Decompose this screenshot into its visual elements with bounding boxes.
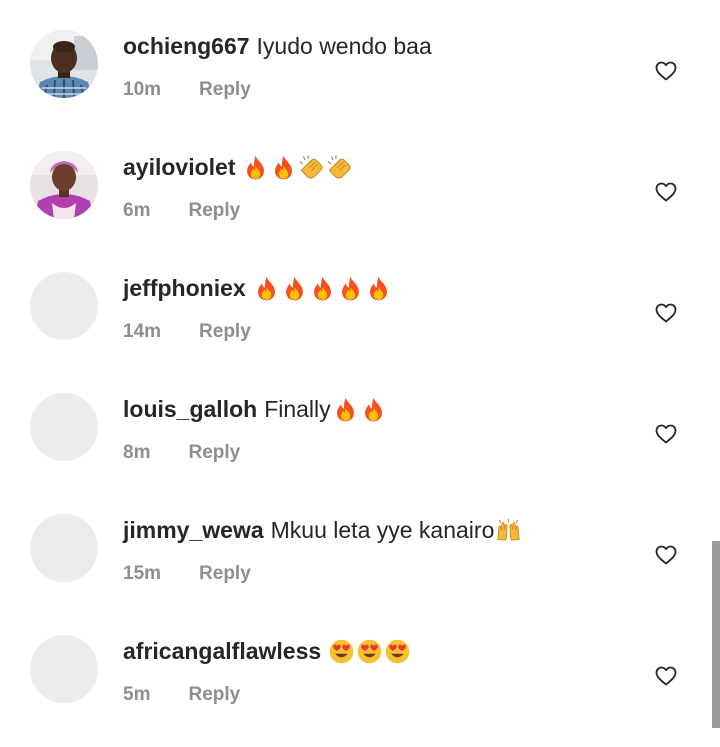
comment-text-line: jimmy_wewa Mkuu leta yye kanairo [123, 514, 522, 546]
comment-text-line: louis_galloh Finally [123, 393, 387, 425]
reply-button[interactable]: Reply [188, 442, 240, 464]
comment-text: Finally [264, 395, 331, 422]
comment-text: Iyudo wendo baa [256, 32, 432, 59]
heart-eyes-emoji-icon [329, 639, 354, 663]
fire-emoji-icon [313, 276, 331, 300]
heart-outline-icon[interactable] [654, 543, 678, 567]
fire-emoji-icon [285, 276, 303, 300]
emoji-run [328, 638, 411, 665]
comment-username[interactable]: jimmy_wewa [123, 517, 264, 544]
comment-item: jimmy_wewa Mkuu leta yye kanairo 15m Rep… [0, 505, 720, 626]
heart-outline-icon[interactable] [654, 180, 678, 204]
comment-username[interactable]: africangalflawless [123, 638, 321, 665]
fire-emoji-icon [364, 397, 382, 421]
avatar[interactable] [30, 393, 98, 461]
comment-username[interactable]: ayiloviolet [123, 154, 235, 181]
fire-emoji-icon [369, 276, 387, 300]
avatar[interactable] [30, 272, 98, 340]
comment-text-line: ayiloviolet [123, 151, 353, 183]
clap-emoji-icon [328, 154, 352, 178]
emoji-run [242, 154, 353, 181]
comment-item: africangalflawless 5m Reply [0, 626, 720, 747]
heart-outline-icon[interactable] [654, 422, 678, 446]
reply-button[interactable]: Reply [188, 684, 240, 706]
comment-text: Mkuu leta yye kanairo [270, 516, 495, 543]
avatar[interactable] [30, 30, 98, 98]
comment-username[interactable]: jeffphoniex [123, 275, 246, 302]
heart-outline-icon[interactable] [654, 59, 678, 83]
comment-text-line: africangalflawless [123, 635, 411, 667]
comment-item: jeffphoniex 14m Reply [0, 263, 720, 384]
clap-emoji-icon [300, 154, 324, 178]
comment-meta: 6m Reply [123, 198, 240, 224]
comment-text-line: jeffphoniex [123, 272, 392, 304]
comment-time: 5m [123, 684, 151, 705]
fire-emoji-icon [257, 276, 275, 300]
comment-time: 10m [123, 79, 162, 100]
comment-text-line: ochieng667 Iyudo wendo baa [123, 30, 432, 62]
emoji-run [253, 275, 392, 302]
comment-time: 6m [123, 200, 151, 221]
heart-outline-icon[interactable] [654, 301, 678, 325]
comment-meta: 10m Reply [123, 77, 251, 103]
comment-meta: 8m Reply [123, 440, 240, 466]
emoji-run [495, 517, 522, 544]
emoji-run [332, 396, 387, 423]
comment-item: ochieng667 Iyudo wendo baa 10m Reply [0, 21, 720, 142]
comment-meta: 15m Reply [123, 561, 251, 587]
reply-button[interactable]: Reply [199, 79, 251, 101]
avatar[interactable] [30, 151, 98, 219]
scrollbar[interactable] [712, 541, 720, 728]
comment-username[interactable]: louis_galloh [123, 396, 257, 423]
comment-time: 8m [123, 442, 151, 463]
comment-username[interactable]: ochieng667 [123, 33, 250, 60]
comment-meta: 14m Reply [123, 319, 251, 345]
heart-eyes-emoji-icon [385, 639, 410, 663]
avatar[interactable] [30, 514, 98, 582]
comment-item: louis_galloh Finally 8m Reply [0, 384, 720, 505]
fire-emoji-icon [275, 155, 293, 179]
fire-emoji-icon [341, 276, 359, 300]
avatar[interactable] [30, 635, 98, 703]
reply-button[interactable]: Reply [199, 563, 251, 585]
heart-eyes-emoji-icon [357, 639, 382, 663]
reply-button[interactable]: Reply [188, 200, 240, 222]
comment-item: ayiloviolet 6m Reply [0, 142, 720, 263]
fire-emoji-icon [336, 397, 354, 421]
comment-time: 15m [123, 563, 162, 584]
reply-button[interactable]: Reply [199, 321, 251, 343]
comment-time: 14m [123, 321, 162, 342]
heart-outline-icon[interactable] [654, 664, 678, 688]
comment-meta: 5m Reply [123, 682, 240, 708]
fire-emoji-icon [247, 155, 265, 179]
raising-hands-emoji-icon [497, 518, 521, 541]
